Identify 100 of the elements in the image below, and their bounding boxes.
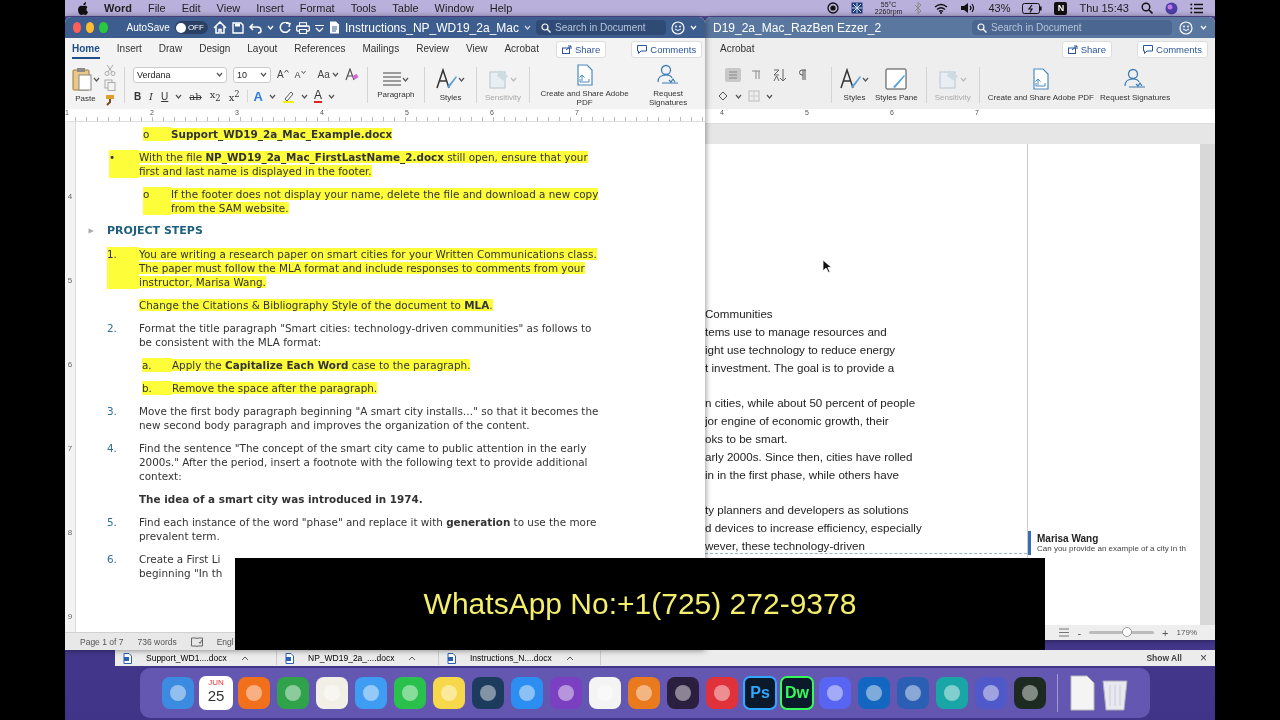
window-title: D19_2a_Mac_RazBen Ezzer_2 <box>713 20 882 35</box>
calendar-day: 25 <box>207 687 225 704</box>
ribbon-tab[interactable]: Acrobat <box>504 40 539 59</box>
menu-item[interactable]: Insert <box>256 2 284 14</box>
ribbon-tab[interactable]: Design <box>199 40 231 59</box>
format-button[interactable]: I <box>148 90 155 102</box>
comment-author: Marisa Wang <box>1037 533 1100 544</box>
ribbon-tab[interactable]: Insert <box>116 40 142 59</box>
menu-item[interactable]: Word <box>104 2 132 14</box>
page-count[interactable]: Page 1 of 7 <box>80 636 124 647</box>
change-case-button[interactable]: Aa <box>317 69 339 80</box>
paragraph-text: ty planners and developers as solutions d devices to increase efficiency, especially wever, these technology-driven <box>705 502 923 554</box>
list-marker: • <box>109 150 139 178</box>
ribbon-tab[interactable]: Acrobat <box>720 40 755 59</box>
format-button[interactable]: U <box>160 90 170 102</box>
menu-item[interactable]: Format <box>299 2 335 14</box>
search-field[interactable]: Search in Document <box>972 20 1172 35</box>
list-marker: 6. <box>107 552 118 567</box>
list-marker: 2. <box>107 321 118 336</box>
menu-item[interactable]: Window <box>434 2 474 14</box>
styles-button[interactable]: Styles <box>432 61 469 109</box>
format-button[interactable]: B <box>132 90 143 102</box>
menu-item[interactable]: View <box>216 2 241 14</box>
ribbon-tab[interactable]: Layout <box>247 40 278 59</box>
show-all-button[interactable]: Show All <box>1140 652 1188 664</box>
calendar-icon[interactable]: JUN 25 <box>199 676 233 710</box>
paragraph-text: Move the first body paragraph beginning "A smart city installs…" so that it becomes the new second body paragraph and improves the organization of the content. <box>139 404 599 432</box>
paste-button[interactable]: Paste <box>71 67 100 103</box>
menu-item[interactable]: File <box>147 2 166 14</box>
paragraph-text: If the footer does not display your name, delete the file and download a new copy from the SAM website. <box>171 187 599 215</box>
share-button[interactable]: Share <box>1061 41 1113 58</box>
language-status[interactable]: Engl <box>216 636 234 647</box>
paragraph-text: Remove the space after the paragraph. <box>172 381 378 395</box>
search-field[interactable]: Search in Document <box>536 20 666 35</box>
format-button[interactable]: x$^{2}$ <box>227 88 241 104</box>
ruler-number: 4 <box>67 192 73 203</box>
ribbon-tab[interactable]: Review <box>416 40 449 59</box>
list-marker: a. <box>142 358 172 372</box>
list-marker: b. <box>142 381 172 395</box>
menu-item[interactable]: Tools <box>350 2 377 14</box>
list-marker: 3. <box>107 404 118 419</box>
menu-item[interactable]: Help <box>489 2 513 14</box>
word-count[interactable]: 736 words <box>137 636 177 647</box>
ribbon-tab[interactable]: References <box>294 40 346 59</box>
ribbon-tab[interactable]: Mailings <box>362 40 400 59</box>
paragraph-text: Change the Citations & Bibliography Style of the document to MLA. <box>139 298 493 312</box>
font-color-button[interactable]: A <box>313 89 322 103</box>
paragraph-text: With the file NP_WD19_2a_Mac_FirstLastName_2.docx still open, ensure that your first and last name is displayed in the footer. <box>139 150 588 178</box>
paragraph-text: Communities tems use to manage resources and ight use technology to reduce energy t investment. The goal is to provide a <box>705 306 897 376</box>
calendar-month: JUN <box>208 678 224 687</box>
list-marker: o <box>143 187 171 215</box>
autosave-toggle[interactable]: OFF <box>174 21 208 34</box>
vertical-ruler[interactable]: 4 5 6 7 8 9 <box>65 122 76 632</box>
zoom-percent: 179% <box>1176 628 1197 637</box>
shrink-font-button[interactable]: A <box>294 69 306 80</box>
paragraph-button[interactable]: Paragraph <box>375 61 417 109</box>
grow-font-button[interactable]: A <box>276 69 289 80</box>
create-pdf-button[interactable]: Create and Share Adobe PDF <box>537 61 632 109</box>
battery-percent: 43% <box>988 2 1011 14</box>
ruler-number: 5 <box>67 276 73 287</box>
list-marker: 1. <box>107 247 139 289</box>
zoom-out-button[interactable]: - <box>1077 626 1082 639</box>
share-button[interactable]: Share <box>555 41 607 58</box>
ruler-number: 7 <box>67 444 73 455</box>
ribbon-tab[interactable]: Home <box>72 40 100 59</box>
close-button[interactable]: × <box>1200 651 1215 665</box>
download-item[interactable]: Instructions_N....docx <box>439 651 601 665</box>
clock[interactable]: Thu 15:43 <box>1079 2 1129 14</box>
paragraph-text: Find each instance of the word "phase" and replace it with generation to use the more prevalent term. <box>139 515 597 543</box>
ruler-number: 8 <box>67 528 73 539</box>
ruler-number: 9 <box>67 612 73 623</box>
format-button[interactable]: ab <box>188 90 203 102</box>
styles-pane-button[interactable]: Styles Pane <box>875 61 918 109</box>
request-signatures-button[interactable]: Request Signatures <box>1100 61 1171 109</box>
app-icon[interactable]: Dw <box>780 676 814 710</box>
download-item[interactable]: NP_WD19_2a_....docx <box>277 651 439 665</box>
app-icon[interactable]: N <box>1054 1 1068 15</box>
comments-button[interactable]: Comments <box>1137 41 1208 58</box>
text-effects-button[interactable]: A <box>253 88 263 104</box>
styles-button[interactable]: Styles <box>840 61 869 109</box>
zoom-in-button[interactable]: + <box>1162 626 1169 639</box>
ruler-number: 6 <box>67 360 73 371</box>
paragraph-text: Create a First Li beginning "In th <box>139 552 223 580</box>
download-item[interactable]: Support_WD1....docx <box>115 651 277 665</box>
paragraph-text: n cities, while about 50 percent of people jor engine of economic growth, their oks to be smart. arly 2000s. Since then, cities have rolled in in the first phase, while others have <box>705 395 917 483</box>
menu-item[interactable]: Table <box>392 2 419 14</box>
list-marker: o <box>143 127 171 141</box>
ribbon-tab[interactable]: View <box>465 40 488 59</box>
paragraph-text: Format the title paragraph "Smart cities: technology-driven communities" as follows to be consistent with the MLA format: <box>139 321 592 349</box>
menu-item[interactable]: Edit <box>181 2 201 14</box>
comments-button[interactable]: Comments <box>631 41 703 58</box>
ribbon-tab[interactable]: Draw <box>158 40 183 59</box>
request-signatures-button[interactable]: Request Signatures <box>637 61 699 109</box>
app-icon[interactable]: Ps <box>743 676 777 710</box>
font-name-field[interactable]: Verdana <box>132 66 227 83</box>
format-button[interactable]: x$_{2}$ <box>208 89 222 103</box>
list-marker: 5. <box>107 515 118 530</box>
font-size-field[interactable]: 10 <box>232 66 271 83</box>
list-marker: 4. <box>107 441 118 456</box>
create-pdf-button[interactable]: Create and Share Adobe PDF <box>987 61 1094 109</box>
